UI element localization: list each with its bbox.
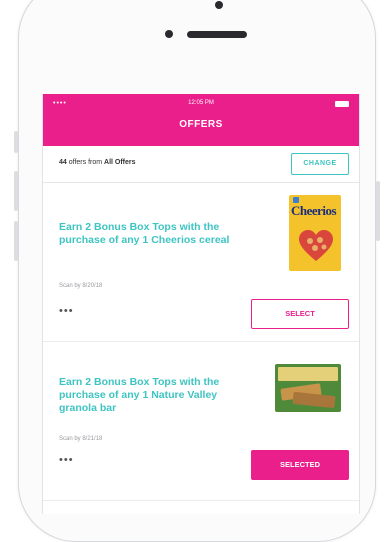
offer-source: All Offers (104, 159, 136, 166)
selected-button[interactable]: SELECTED (251, 450, 349, 480)
earpiece-speaker (187, 31, 247, 38)
mute-switch (14, 131, 18, 153)
cheerios-box-icon: Cheerios (289, 195, 341, 271)
offer-card[interactable]: Earn 2 Bonus Box Tops with the purchase … (43, 183, 359, 342)
offer-description: Earn 2 Bonus Box Tops with the purchase … (59, 221, 230, 246)
product-brand: Cheerios (291, 203, 337, 218)
front-camera (215, 1, 223, 9)
change-button[interactable]: CHANGE (291, 153, 349, 175)
volume-up-button (14, 171, 18, 211)
more-options-icon[interactable]: ••• (59, 454, 74, 466)
brand-banner-icon (278, 367, 338, 381)
filter-bar: 44 offers from All Offers CHANGE (43, 146, 359, 183)
app-screen: •••• 12:05 PM OFFERS 44 offers from All … (42, 94, 360, 514)
select-button[interactable]: SELECT (251, 299, 349, 329)
more-options-icon[interactable]: ••• (59, 305, 74, 317)
offer-description: Earn 2 Bonus Box Tops with the purchase … (59, 376, 220, 414)
offer-count: 44 (59, 159, 67, 166)
status-bar: •••• 12:05 PM (53, 100, 349, 110)
volume-down-button (14, 221, 18, 261)
nature-valley-box-icon (275, 364, 341, 412)
proximity-sensor (165, 30, 173, 38)
status-time: 12:05 PM (188, 100, 214, 106)
granola-bar-icon (292, 391, 336, 409)
offer-scan-by: Scan by 8/20/18 (59, 283, 103, 289)
offer-count-text: offers from (66, 159, 105, 166)
power-button (376, 181, 380, 241)
cereal-heart-icon (299, 230, 333, 261)
page-title: OFFERS (179, 119, 223, 130)
app-header: •••• 12:05 PM OFFERS (43, 94, 359, 146)
offer-scan-by: Scan by 8/21/18 (59, 436, 103, 442)
offer-card[interactable]: Earn 2 Bonus Box Tops with the purchase … (43, 342, 359, 501)
battery-icon (335, 101, 349, 107)
offer-count-summary: 44 offers from All Offers (59, 159, 136, 166)
